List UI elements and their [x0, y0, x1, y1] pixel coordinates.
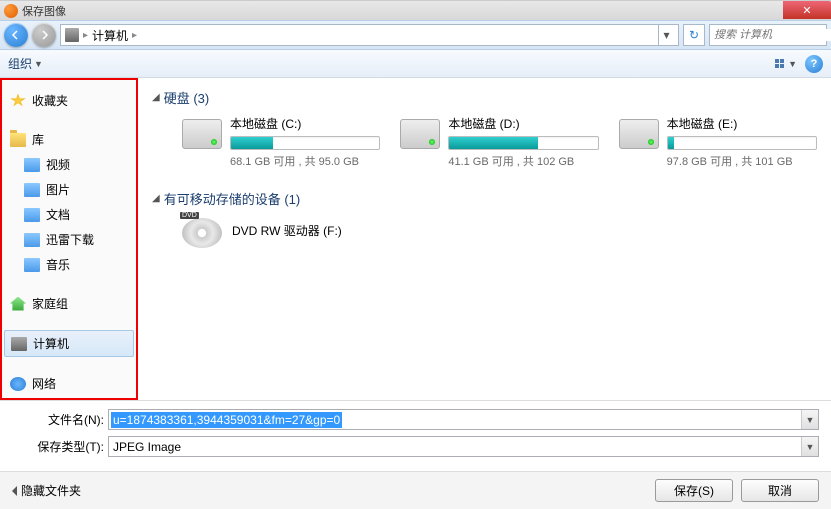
computer-icon	[11, 337, 27, 351]
music-icon	[24, 258, 40, 272]
sidebar-homegroup[interactable]: 家庭组	[2, 291, 136, 316]
sidebar: 收藏夹 库 视频 图片 文档 迅雷下载 音乐 家庭组 计算机 网络	[0, 78, 138, 400]
search-box[interactable]: 🔍	[709, 24, 827, 46]
organize-menu[interactable]: 组织 ▼	[8, 55, 43, 72]
sidebar-network[interactable]: 网络	[2, 371, 136, 396]
app-icon	[4, 4, 18, 18]
forward-button[interactable]	[32, 23, 56, 47]
homegroup-icon	[10, 297, 26, 311]
chevron-right-icon: ▸	[83, 30, 88, 41]
document-icon	[24, 208, 40, 222]
cancel-button[interactable]: 取消	[741, 479, 819, 502]
drive-item[interactable]: 本地磁盘 (C:)68.1 GB 可用 , 共 95.0 GB	[182, 115, 380, 169]
collapse-icon: ◢	[152, 193, 160, 204]
dvd-icon	[182, 218, 222, 248]
chevron-down-icon[interactable]: ▼	[801, 437, 818, 456]
picture-icon	[24, 183, 40, 197]
collapse-left-icon	[12, 486, 17, 496]
chevron-down-icon: ▼	[34, 59, 43, 69]
chevron-right-icon: ▸	[132, 30, 137, 41]
hide-folders-toggle[interactable]: 隐藏文件夹	[12, 482, 81, 499]
sidebar-item-documents[interactable]: 文档	[2, 202, 136, 227]
hdd-icon	[619, 119, 659, 149]
sidebar-item-thunder[interactable]: 迅雷下载	[2, 227, 136, 252]
folder-icon	[10, 133, 26, 147]
search-input[interactable]	[714, 29, 831, 41]
save-button[interactable]: 保存(S)	[655, 479, 733, 502]
chevron-down-icon: ▼	[788, 59, 797, 69]
drive-item[interactable]: 本地磁盘 (D:)41.1 GB 可用 , 共 102 GB	[400, 115, 598, 169]
usage-bar	[667, 136, 817, 150]
content-pane: ◢ 硬盘 (3) 本地磁盘 (C:)68.1 GB 可用 , 共 95.0 GB…	[138, 78, 831, 400]
dvd-drive[interactable]: DVD RW 驱动器 (F:)	[182, 216, 817, 248]
view-options-button[interactable]: ▼	[775, 59, 797, 69]
hdd-icon	[400, 119, 440, 149]
section-hard-drives[interactable]: ◢ 硬盘 (3)	[152, 88, 817, 107]
breadcrumb[interactable]: ▸ 计算机 ▸ ▾	[60, 24, 679, 46]
window-title: 保存图像	[22, 3, 66, 19]
titlebar: 保存图像 ✕	[0, 0, 831, 20]
filetype-label: 保存类型(T):	[12, 438, 108, 455]
star-icon	[10, 94, 26, 108]
filetype-select[interactable]: JPEG Image ▼	[108, 436, 819, 457]
window-controls: ✕	[783, 1, 831, 19]
collapse-icon: ◢	[152, 92, 160, 103]
close-button[interactable]: ✕	[783, 1, 831, 19]
filename-panel: 文件名(N): u=1874383361,3944359031&fm=27&gp…	[0, 400, 831, 471]
usage-bar	[230, 136, 380, 150]
video-icon	[24, 158, 40, 172]
breadcrumb-item[interactable]: 计算机	[92, 27, 128, 44]
drive-item[interactable]: 本地磁盘 (E:)97.8 GB 可用 , 共 101 GB	[619, 115, 817, 169]
sidebar-libraries[interactable]: 库	[2, 127, 136, 152]
computer-icon	[65, 28, 79, 42]
section-removable[interactable]: ◢ 有可移动存储的设备 (1)	[152, 189, 817, 208]
network-icon	[10, 377, 26, 391]
back-button[interactable]	[4, 23, 28, 47]
help-button[interactable]: ?	[805, 55, 823, 73]
footer: 隐藏文件夹 保存(S) 取消	[0, 471, 831, 509]
filename-label: 文件名(N):	[12, 411, 108, 428]
toolbar: 组织 ▼ ▼ ?	[0, 50, 831, 78]
sidebar-computer[interactable]: 计算机	[4, 330, 134, 357]
breadcrumb-dropdown[interactable]: ▾	[658, 24, 674, 46]
download-icon	[24, 233, 40, 247]
sidebar-favorites[interactable]: 收藏夹	[2, 88, 136, 113]
hdd-icon	[182, 119, 222, 149]
usage-bar	[448, 136, 598, 150]
sidebar-item-videos[interactable]: 视频	[2, 152, 136, 177]
sidebar-item-pictures[interactable]: 图片	[2, 177, 136, 202]
refresh-button[interactable]: ↻	[683, 24, 705, 46]
filename-input[interactable]: u=1874383361,3944359031&fm=27&gp=0 ▼	[108, 409, 819, 430]
chevron-down-icon[interactable]: ▼	[801, 410, 818, 429]
sidebar-item-music[interactable]: 音乐	[2, 252, 136, 277]
nav-bar: ▸ 计算机 ▸ ▾ ↻ 🔍	[0, 20, 831, 50]
